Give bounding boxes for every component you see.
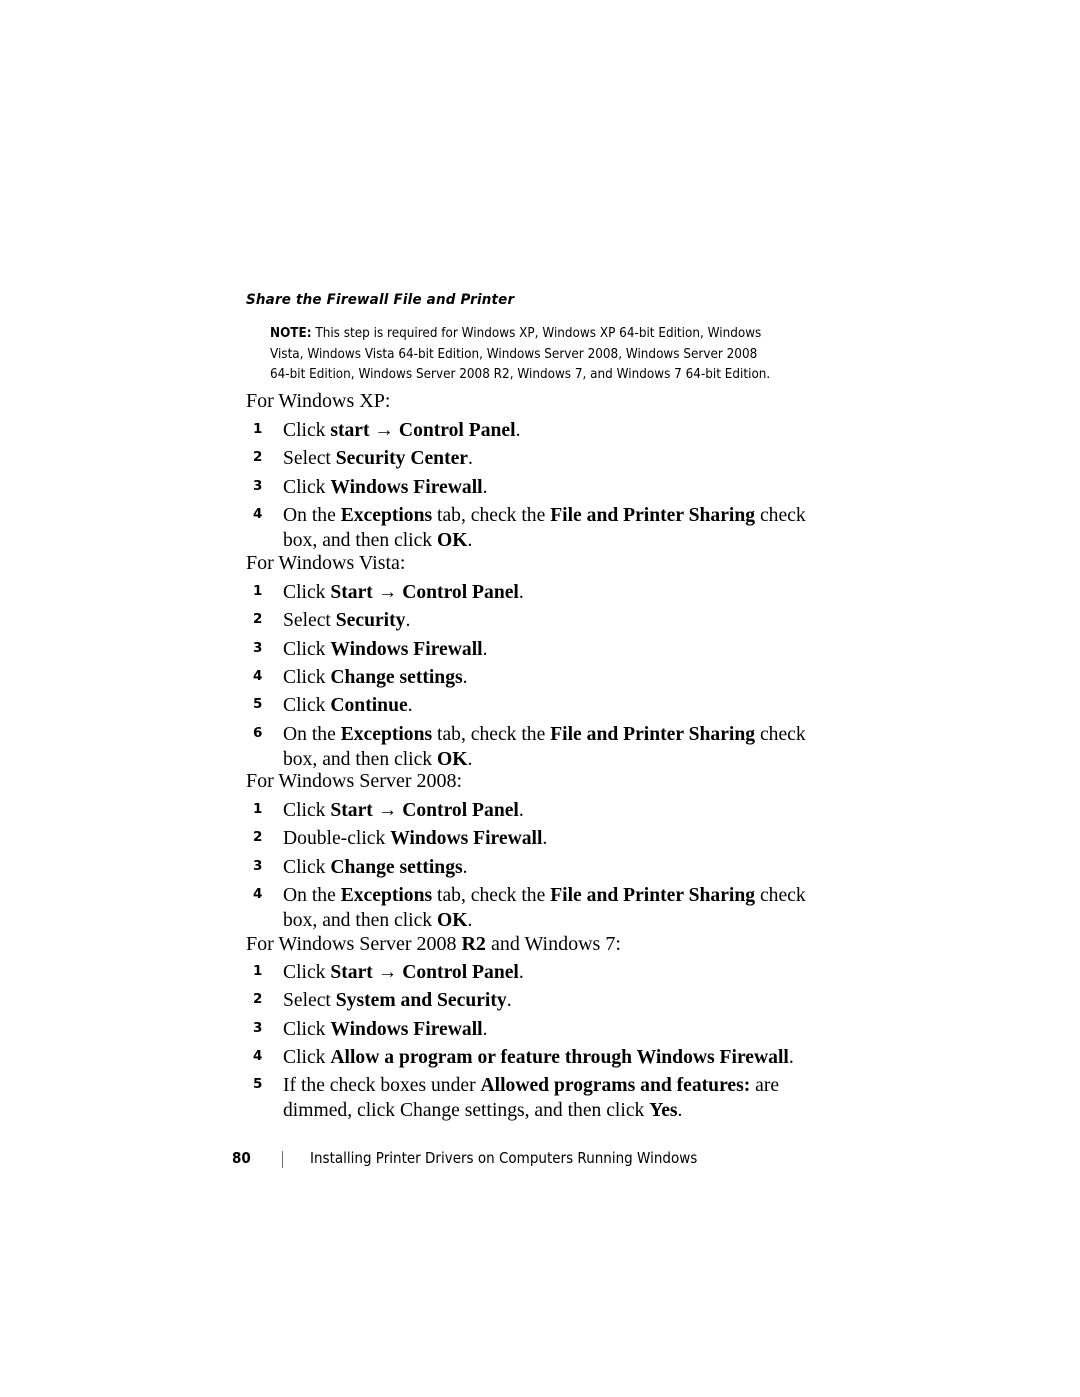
step-number: 1	[253, 801, 263, 817]
procedure-step: 4 Click Allow a program or feature throug…	[253, 1045, 828, 1070]
procedure-step: 1 Click start → Control Panel.	[253, 418, 828, 443]
step-number: 4	[253, 667, 263, 684]
procedure-intro: For Windows Vista:	[246, 552, 406, 574]
step-number: 4	[253, 505, 263, 522]
procedure-step: 2 Select System and Security.	[253, 988, 828, 1013]
footer-page-number: 80	[232, 1149, 251, 1167]
step-text: Click Allow a program or feature through…	[283, 1046, 794, 1068]
procedure-intro: For Windows XP:	[246, 390, 391, 412]
procedure-step: 5 If the check boxes under Allowed progra…	[253, 1073, 828, 1123]
procedure-step: 1 Click Start → Control Panel.	[253, 580, 828, 605]
step-number: 3	[253, 857, 263, 874]
step-number: 2	[253, 991, 263, 1008]
step-text: Click Start → Control Panel.	[283, 800, 524, 821]
procedure-step: 1 Click Start → Control Panel.	[253, 798, 828, 823]
procedure-step: 4 On the Exceptions tab, check the File a…	[253, 883, 828, 933]
step-text: Select Security.	[283, 610, 411, 632]
note-text: This step is required for Windows XP, Wi…	[270, 325, 771, 382]
step-text: Click Continue.	[283, 695, 413, 717]
procedure-step: 2 Select Security Center.	[253, 446, 828, 471]
step-number: 6	[253, 724, 263, 741]
step-text: Click Start → Control Panel.	[283, 962, 524, 983]
procedure-step: 6 On the Exceptions tab, check the File a…	[253, 722, 828, 772]
step-number: 1	[253, 963, 263, 979]
step-number: 5	[253, 696, 263, 713]
note-callout: NOTE: This step is required for Windows …	[270, 323, 774, 385]
step-text: Select System and Security.	[283, 990, 512, 1012]
step-number: 1	[253, 583, 263, 599]
procedure-step: 3 Click Windows Firewall.	[253, 637, 828, 662]
step-text: Click Windows Firewall.	[283, 1018, 488, 1040]
procedure-step: 3 Click Windows Firewall.	[253, 1017, 828, 1042]
footer-chapter-title: Installing Printer Drivers on Computers …	[310, 1149, 698, 1167]
step-text: Click Change settings.	[283, 856, 468, 878]
step-text: On the Exceptions tab, check the File an…	[283, 504, 806, 551]
procedure-step: 4 Click Change settings.	[253, 665, 828, 690]
step-text: On the Exceptions tab, check the File an…	[283, 723, 806, 770]
step-number: 3	[253, 477, 263, 494]
footer-separator-rule	[282, 1151, 283, 1168]
step-text: Click Windows Firewall.	[283, 476, 488, 498]
step-number: 3	[253, 639, 263, 656]
note-label: NOTE:	[270, 325, 312, 341]
step-number: 2	[253, 611, 263, 628]
procedure-step: 3 Click Change settings.	[253, 855, 828, 880]
procedure-intro: For Windows Server 2008:	[246, 770, 463, 792]
step-number: 5	[253, 1076, 263, 1093]
step-text: If the check boxes under Allowed program…	[283, 1075, 780, 1122]
step-text: Click Change settings.	[283, 666, 468, 688]
procedure-step: 3 Click Windows Firewall.	[253, 475, 828, 500]
section-heading: Share the Firewall File and Printer	[246, 292, 515, 308]
step-text: Select Security Center.	[283, 448, 473, 470]
step-number: 2	[253, 829, 263, 846]
manual-page: Share the Firewall File and Printer NOTE…	[0, 0, 1080, 1397]
procedure-step: 2 Double-click Windows Firewall.	[253, 826, 828, 851]
step-number: 3	[253, 1019, 263, 1036]
procedure-intro: For Windows Server 2008 R2 and Windows 7…	[246, 933, 621, 955]
step-text: Click Windows Firewall.	[283, 638, 488, 660]
step-text: Click start → Control Panel.	[283, 420, 521, 441]
procedure-step: 4 On the Exceptions tab, check the File a…	[253, 503, 828, 553]
step-number: 4	[253, 885, 263, 902]
step-number: 2	[253, 449, 263, 466]
procedure-step: 5 Click Continue.	[253, 693, 828, 718]
step-number: 4	[253, 1047, 263, 1064]
procedure-step: 2 Select Security.	[253, 608, 828, 633]
step-text: On the Exceptions tab, check the File an…	[283, 884, 806, 931]
procedure-step: 1 Click Start → Control Panel.	[253, 960, 828, 985]
step-text: Click Start → Control Panel.	[283, 582, 524, 603]
step-text: Double-click Windows Firewall.	[283, 828, 548, 850]
step-number: 1	[253, 421, 263, 437]
